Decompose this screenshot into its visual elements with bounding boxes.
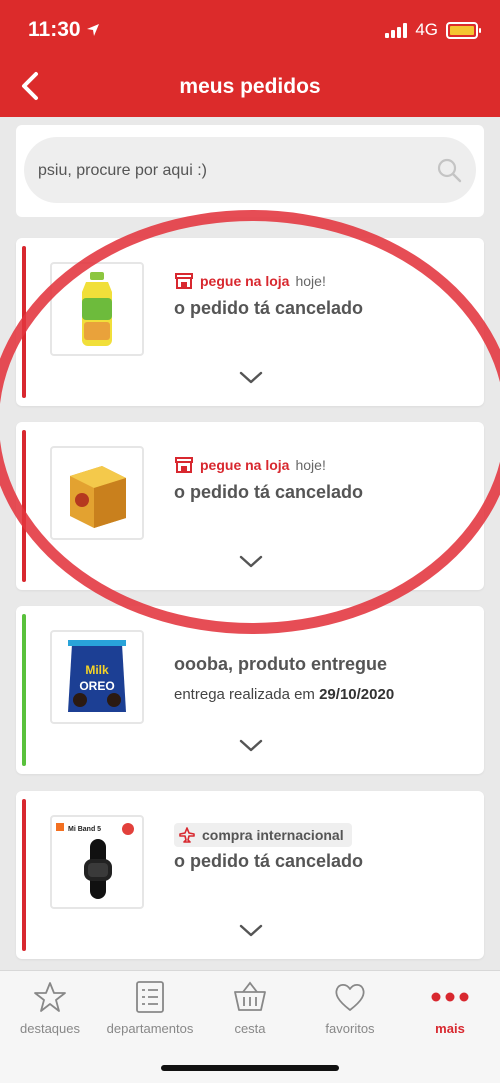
order-card[interactable]: Milk OREO oooba, produto entregue entreg…	[16, 606, 484, 774]
thumb-text: Milk	[85, 663, 109, 677]
search-placeholder: psiu, procure por aqui :)	[38, 162, 207, 179]
tab-label: mais	[435, 1021, 465, 1036]
chevron-down-icon[interactable]	[238, 738, 264, 754]
cookie-pack-image: Milk OREO	[68, 640, 126, 712]
tag-suffix: hoje!	[295, 457, 326, 473]
tag-suffix: hoje!	[295, 273, 326, 289]
order-card[interactable]: Mi Band 5 compra internacional o pedido …	[16, 791, 484, 959]
international-tag: compra internacional	[174, 823, 352, 847]
location-arrow-icon	[87, 24, 99, 36]
panettone-box-image	[70, 466, 126, 528]
app-header: 11:30 4G meus pedidos	[0, 0, 500, 117]
pickup-tag: pegue na loja hoje!	[174, 456, 326, 474]
basket-icon	[234, 981, 266, 1011]
heart-icon	[335, 983, 365, 1011]
order-status: o pedido tá cancelado	[174, 851, 364, 871]
pickup-tag: pegue na loja hoje!	[174, 272, 326, 290]
tab-cesta[interactable]: cesta	[200, 979, 300, 1036]
home-indicator[interactable]	[161, 1065, 339, 1071]
star-icon	[34, 982, 66, 1012]
status-time: 11:30	[28, 18, 81, 41]
search-icon[interactable]	[436, 157, 462, 183]
tab-destaques[interactable]: destaques	[0, 979, 100, 1036]
product-thumbnail	[50, 262, 144, 356]
order-card[interactable]: pegue na loja hoje! o pedido tá cancelad…	[16, 238, 484, 406]
product-thumbnail	[50, 446, 144, 540]
thumb-text: OREO	[79, 679, 114, 693]
tab-label: favoritos	[325, 1021, 375, 1036]
order-status: o pedido tá cancelado	[174, 482, 364, 502]
delivery-date: 29/10/2020	[319, 686, 395, 703]
status-bar-indicator	[22, 799, 26, 951]
tab-label: departamentos	[106, 1021, 194, 1036]
store-icon	[175, 273, 193, 289]
order-status: oooba, produto entregue	[174, 654, 387, 674]
order-card[interactable]: pegue na loja hoje! o pedido tá cancelad…	[16, 422, 484, 590]
search-input[interactable]: psiu, procure por aqui :)	[24, 137, 476, 203]
network-type: 4G	[415, 20, 438, 39]
thumb-text: Mi Band 5	[68, 826, 101, 833]
search-card: psiu, procure por aqui :)	[16, 125, 484, 217]
tab-favoritos[interactable]: favoritos	[300, 979, 400, 1036]
tab-mais[interactable]: mais	[400, 979, 500, 1036]
tab-label: destaques	[20, 1021, 80, 1036]
status-bar-indicator	[22, 430, 26, 582]
juice-bottle-image	[82, 272, 112, 346]
store-icon	[175, 457, 193, 473]
tag-label: pegue na loja	[200, 457, 290, 473]
delivery-label: entrega realizada em	[174, 686, 315, 703]
more-dots-icon	[431, 992, 469, 1002]
list-icon	[136, 981, 164, 1013]
tag-label: compra internacional	[202, 827, 344, 843]
fitness-band-image: Mi Band 5	[56, 823, 134, 899]
status-bar-indicator	[22, 614, 26, 766]
tab-label: cesta	[234, 1021, 266, 1036]
signal-icon	[385, 22, 408, 38]
status-bar-indicator	[22, 246, 26, 398]
airplane-icon	[179, 827, 195, 843]
chevron-down-icon[interactable]	[238, 370, 264, 386]
product-thumbnail: Milk OREO	[50, 630, 144, 724]
tag-label: pegue na loja	[200, 273, 290, 289]
order-status: o pedido tá cancelado	[174, 298, 364, 318]
page-title: meus pedidos	[179, 75, 321, 98]
chevron-down-icon[interactable]	[238, 554, 264, 570]
product-thumbnail: Mi Band 5	[50, 815, 144, 909]
delivery-info: entrega realizada em 29/10/2020	[174, 686, 394, 703]
chevron-down-icon[interactable]	[238, 923, 264, 939]
battery-icon	[446, 21, 481, 39]
tab-departamentos[interactable]: departamentos	[100, 979, 200, 1036]
status-indicators: 4G	[385, 20, 481, 40]
